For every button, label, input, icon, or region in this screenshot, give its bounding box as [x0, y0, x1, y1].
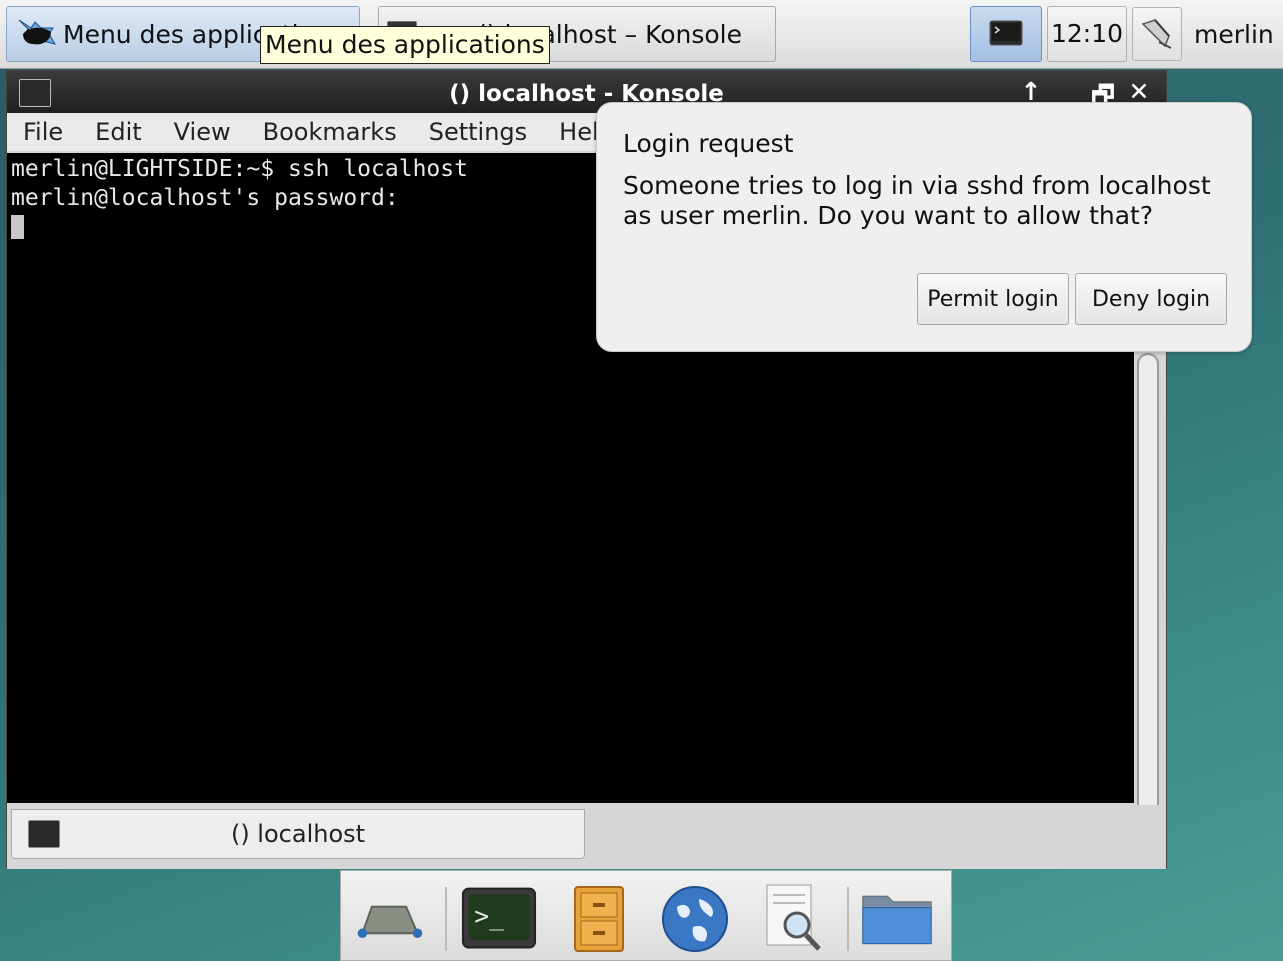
deny-login-button[interactable]: Deny login: [1075, 273, 1227, 325]
folder-icon[interactable]: [859, 883, 935, 955]
login-request-notification: Login request Someone tries to log in vi…: [596, 102, 1252, 352]
xfce-mouse-icon: [18, 19, 57, 45]
user-menu[interactable]: merlin: [1132, 6, 1282, 62]
show-desktop-icon[interactable]: [351, 883, 427, 955]
menu-bookmarks[interactable]: Bookmarks: [263, 118, 397, 146]
tooltip: Menu des applications: [260, 26, 550, 64]
terminal-icon[interactable]: >_: [461, 883, 537, 955]
user-name: merlin: [1194, 19, 1274, 49]
user-icon-box: [1132, 7, 1182, 61]
top-panel: Menu des applications () localhost – Kon…: [0, 0, 1283, 69]
clock[interactable]: 12:10: [1047, 6, 1127, 62]
tray-terminal-button[interactable]: [970, 6, 1042, 62]
dock: >_: [340, 870, 952, 961]
menu-view[interactable]: View: [174, 118, 231, 146]
permit-login-button[interactable]: Permit login: [917, 273, 1069, 325]
menu-file[interactable]: File: [23, 118, 63, 146]
menu-settings[interactable]: Settings: [429, 118, 527, 146]
network-icon: [1141, 19, 1172, 49]
scrollbar-thumb[interactable]: [1137, 353, 1159, 819]
svg-text:>_: >_: [474, 902, 504, 931]
menu-edit[interactable]: Edit: [95, 118, 141, 146]
tab-label: () localhost: [230, 820, 366, 848]
notification-body: Someone tries to log in via sshd from lo…: [623, 171, 1211, 230]
tab-bar: () localhost: [7, 805, 1166, 869]
tab-localhost[interactable]: () localhost: [11, 809, 585, 859]
notification-title: Login request: [623, 129, 794, 158]
web-browser-icon[interactable]: [657, 883, 733, 955]
terminal-icon: [989, 20, 1023, 46]
search-icon[interactable]: [755, 883, 831, 955]
file-cabinet-icon[interactable]: [561, 883, 637, 955]
terminal-cursor: [11, 215, 24, 239]
